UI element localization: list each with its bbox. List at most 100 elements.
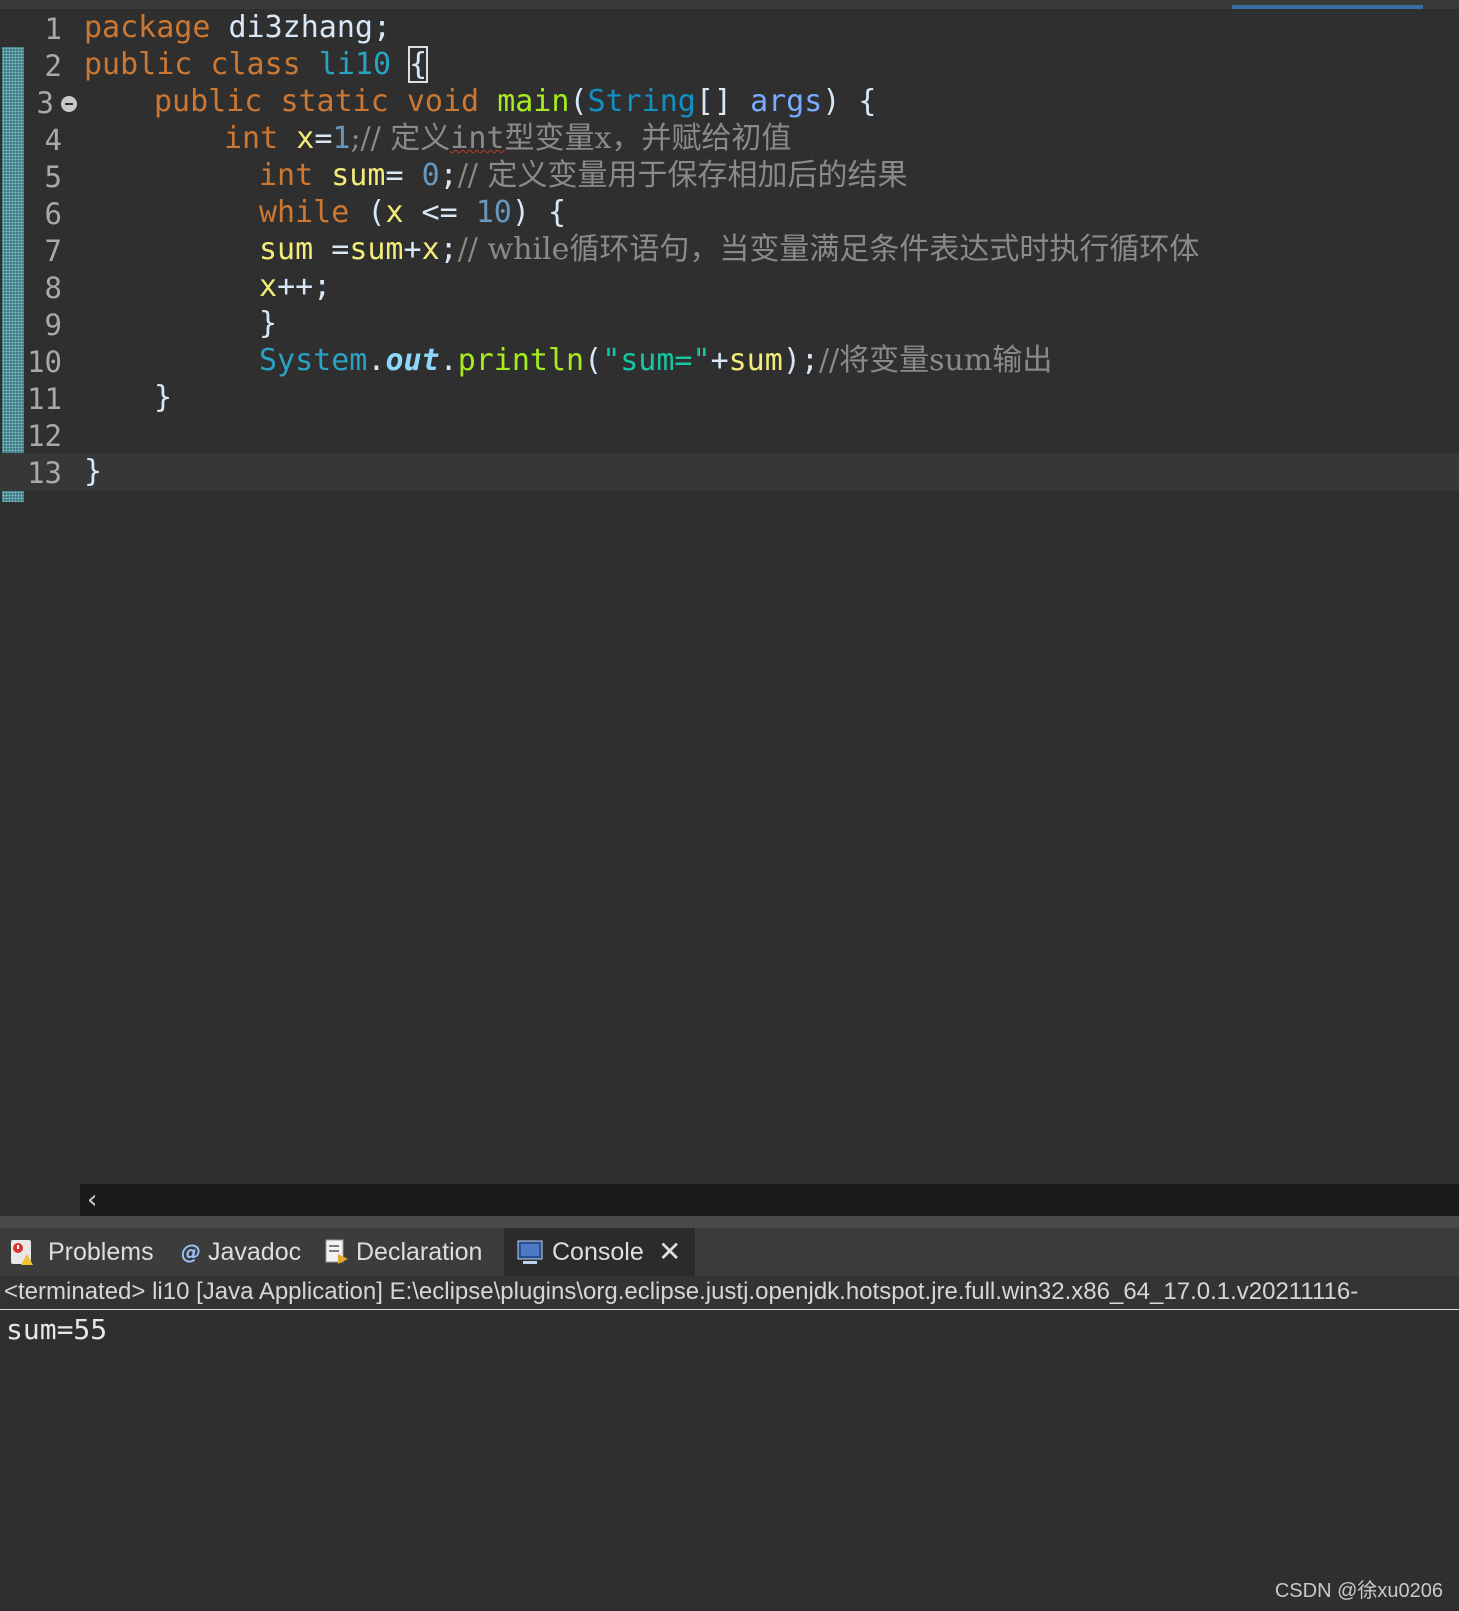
declaration-icon (325, 1239, 348, 1264)
keyword: package (84, 10, 211, 45)
code-token: + (710, 343, 729, 378)
code-token: <= (403, 195, 476, 230)
code-line[interactable]: 7 sum =sum+x;// while循环语句，当变量满足条件表达式时执行循… (0, 231, 1459, 269)
keyword: while (259, 195, 350, 230)
horizontal-scrollbar[interactable]: ‹ (80, 1184, 1459, 1216)
line-number: 3 (36, 86, 54, 120)
number-literal: 1 (332, 121, 351, 156)
keyword: public (154, 84, 263, 119)
code-text: int sum= 0;// 定义变量用于保存相加后的结果 (259, 161, 907, 191)
code-line[interactable]: 6 while (x <= 10) { (0, 194, 1459, 232)
comment-text: 型变量x，并赋给初值 (504, 121, 792, 156)
closing-brace: } (259, 306, 278, 341)
problems-icon (11, 1240, 33, 1265)
code-line-current[interactable]: 13 } (0, 453, 1459, 491)
code-token: ; (439, 232, 458, 267)
code-line[interactable]: 3 public static void main(String[] args)… (0, 83, 1459, 121)
line-number: 11 (27, 382, 62, 416)
closing-brace: } (84, 454, 103, 489)
fold-collapse-icon[interactable] (61, 96, 77, 112)
code-text: } (84, 457, 102, 487)
tab-problems[interactable]: Problems (0, 1228, 166, 1276)
class-name: li10 (318, 47, 392, 82)
variable: x (421, 232, 440, 267)
code-line[interactable]: 8 x++; (0, 268, 1459, 306)
tab-label: Problems (48, 1238, 154, 1266)
tab-console[interactable]: Console ✕ (504, 1228, 695, 1276)
console-output-area[interactable]: sum=55 CSDN @徐xu0206 (0, 1310, 1459, 1611)
comment: //将变量sum输出 (818, 343, 1053, 378)
tab-label: Console (552, 1238, 644, 1266)
code-line[interactable]: 2 public class li10 { (0, 46, 1459, 84)
code-line[interactable]: 10 System.out.println("sum="+sum);//将变量s… (0, 342, 1459, 380)
code-text: } (154, 383, 172, 413)
variable: x (259, 269, 278, 304)
editor-tab-strip (0, 0, 1459, 9)
watermark: CSDN @徐xu0206 (1274, 1580, 1443, 1602)
line-number: 6 (44, 197, 62, 231)
code-token: ( (569, 84, 588, 119)
code-token: di3zhang; (210, 10, 392, 45)
spelling-warning: int (450, 121, 505, 156)
console-launch-info: <terminated> li10 [Java Application] E:\… (4, 1278, 1359, 1305)
line-number: 9 (44, 308, 62, 342)
code-line[interactable]: 5 int sum= 0;// 定义变量用于保存相加后的结果 (0, 157, 1459, 195)
code-token: ); (782, 343, 819, 378)
string-literal: "sum=" (602, 343, 711, 378)
close-icon[interactable]: ✕ (658, 1228, 681, 1276)
number-literal: 10 (475, 195, 512, 230)
keyword: int (259, 158, 314, 193)
scroll-left-icon[interactable]: ‹ (87, 1186, 97, 1214)
number-literal: 0 (421, 158, 440, 193)
javadoc-icon: @ (181, 1240, 201, 1264)
code-token: . (367, 343, 386, 378)
line-number: 12 (27, 419, 62, 453)
line-number: 8 (44, 271, 62, 305)
line-number: 1 (44, 12, 62, 46)
comment: ;// 定义int型变量x，并赋给初值 (350, 121, 791, 156)
matched-bracket: { (408, 46, 429, 83)
code-line[interactable]: 4 int x=1;// 定义int型变量x，并赋给初值 (0, 120, 1459, 158)
panel-divider[interactable] (0, 1216, 1459, 1228)
console-icon (517, 1240, 543, 1264)
code-text: System.out.println("sum="+sum);//将变量sum输… (259, 346, 1052, 376)
code-text: } (259, 309, 277, 339)
code-token: . (439, 343, 458, 378)
code-text: sum =sum+x;// while循环语句，当变量满足条件表达式时执行循环体 (259, 235, 1199, 265)
line-number: 5 (44, 160, 62, 194)
code-token: ( (349, 195, 386, 230)
comment: // while循环语句，当变量满足条件表达式时执行循环体 (457, 232, 1200, 267)
method-name: println (457, 343, 585, 378)
code-token: ) { (822, 84, 877, 119)
parameter: args (750, 84, 823, 119)
code-line[interactable]: 9 } (0, 305, 1459, 343)
closing-brace: } (154, 380, 173, 415)
line-number: 2 (44, 49, 62, 83)
code-line[interactable]: 11 } (0, 379, 1459, 417)
code-text: int x=1;// 定义int型变量x，并赋给初值 (224, 124, 791, 154)
keyword: public (84, 47, 193, 82)
code-line[interactable]: 1 package di3zhang; (0, 9, 1459, 47)
console-status: <terminated> li10 [Java Application] E:\… (0, 1276, 1459, 1310)
variable: sum (259, 232, 314, 267)
bottom-panel-tabs: Problems @ Javadoc Declaration Console ✕ (0, 1228, 1459, 1276)
variable: sum (331, 158, 386, 193)
code-text: x++; (259, 272, 331, 302)
svg-text:@: @ (181, 1240, 201, 1264)
comment: // 定义变量用于保存相加后的结果 (457, 158, 908, 193)
tab-declaration[interactable]: Declaration (314, 1228, 502, 1276)
code-editor[interactable]: 1 package di3zhang; 2 public class li10 … (0, 9, 1459, 1216)
code-token: = (385, 158, 422, 193)
line-number: 10 (27, 345, 62, 379)
code-line[interactable]: 12 (0, 416, 1459, 454)
code-text: public class li10 { (84, 46, 429, 83)
tab-javadoc[interactable]: @ Javadoc (168, 1228, 312, 1276)
variable: sum (728, 343, 783, 378)
keyword: void (406, 84, 480, 119)
